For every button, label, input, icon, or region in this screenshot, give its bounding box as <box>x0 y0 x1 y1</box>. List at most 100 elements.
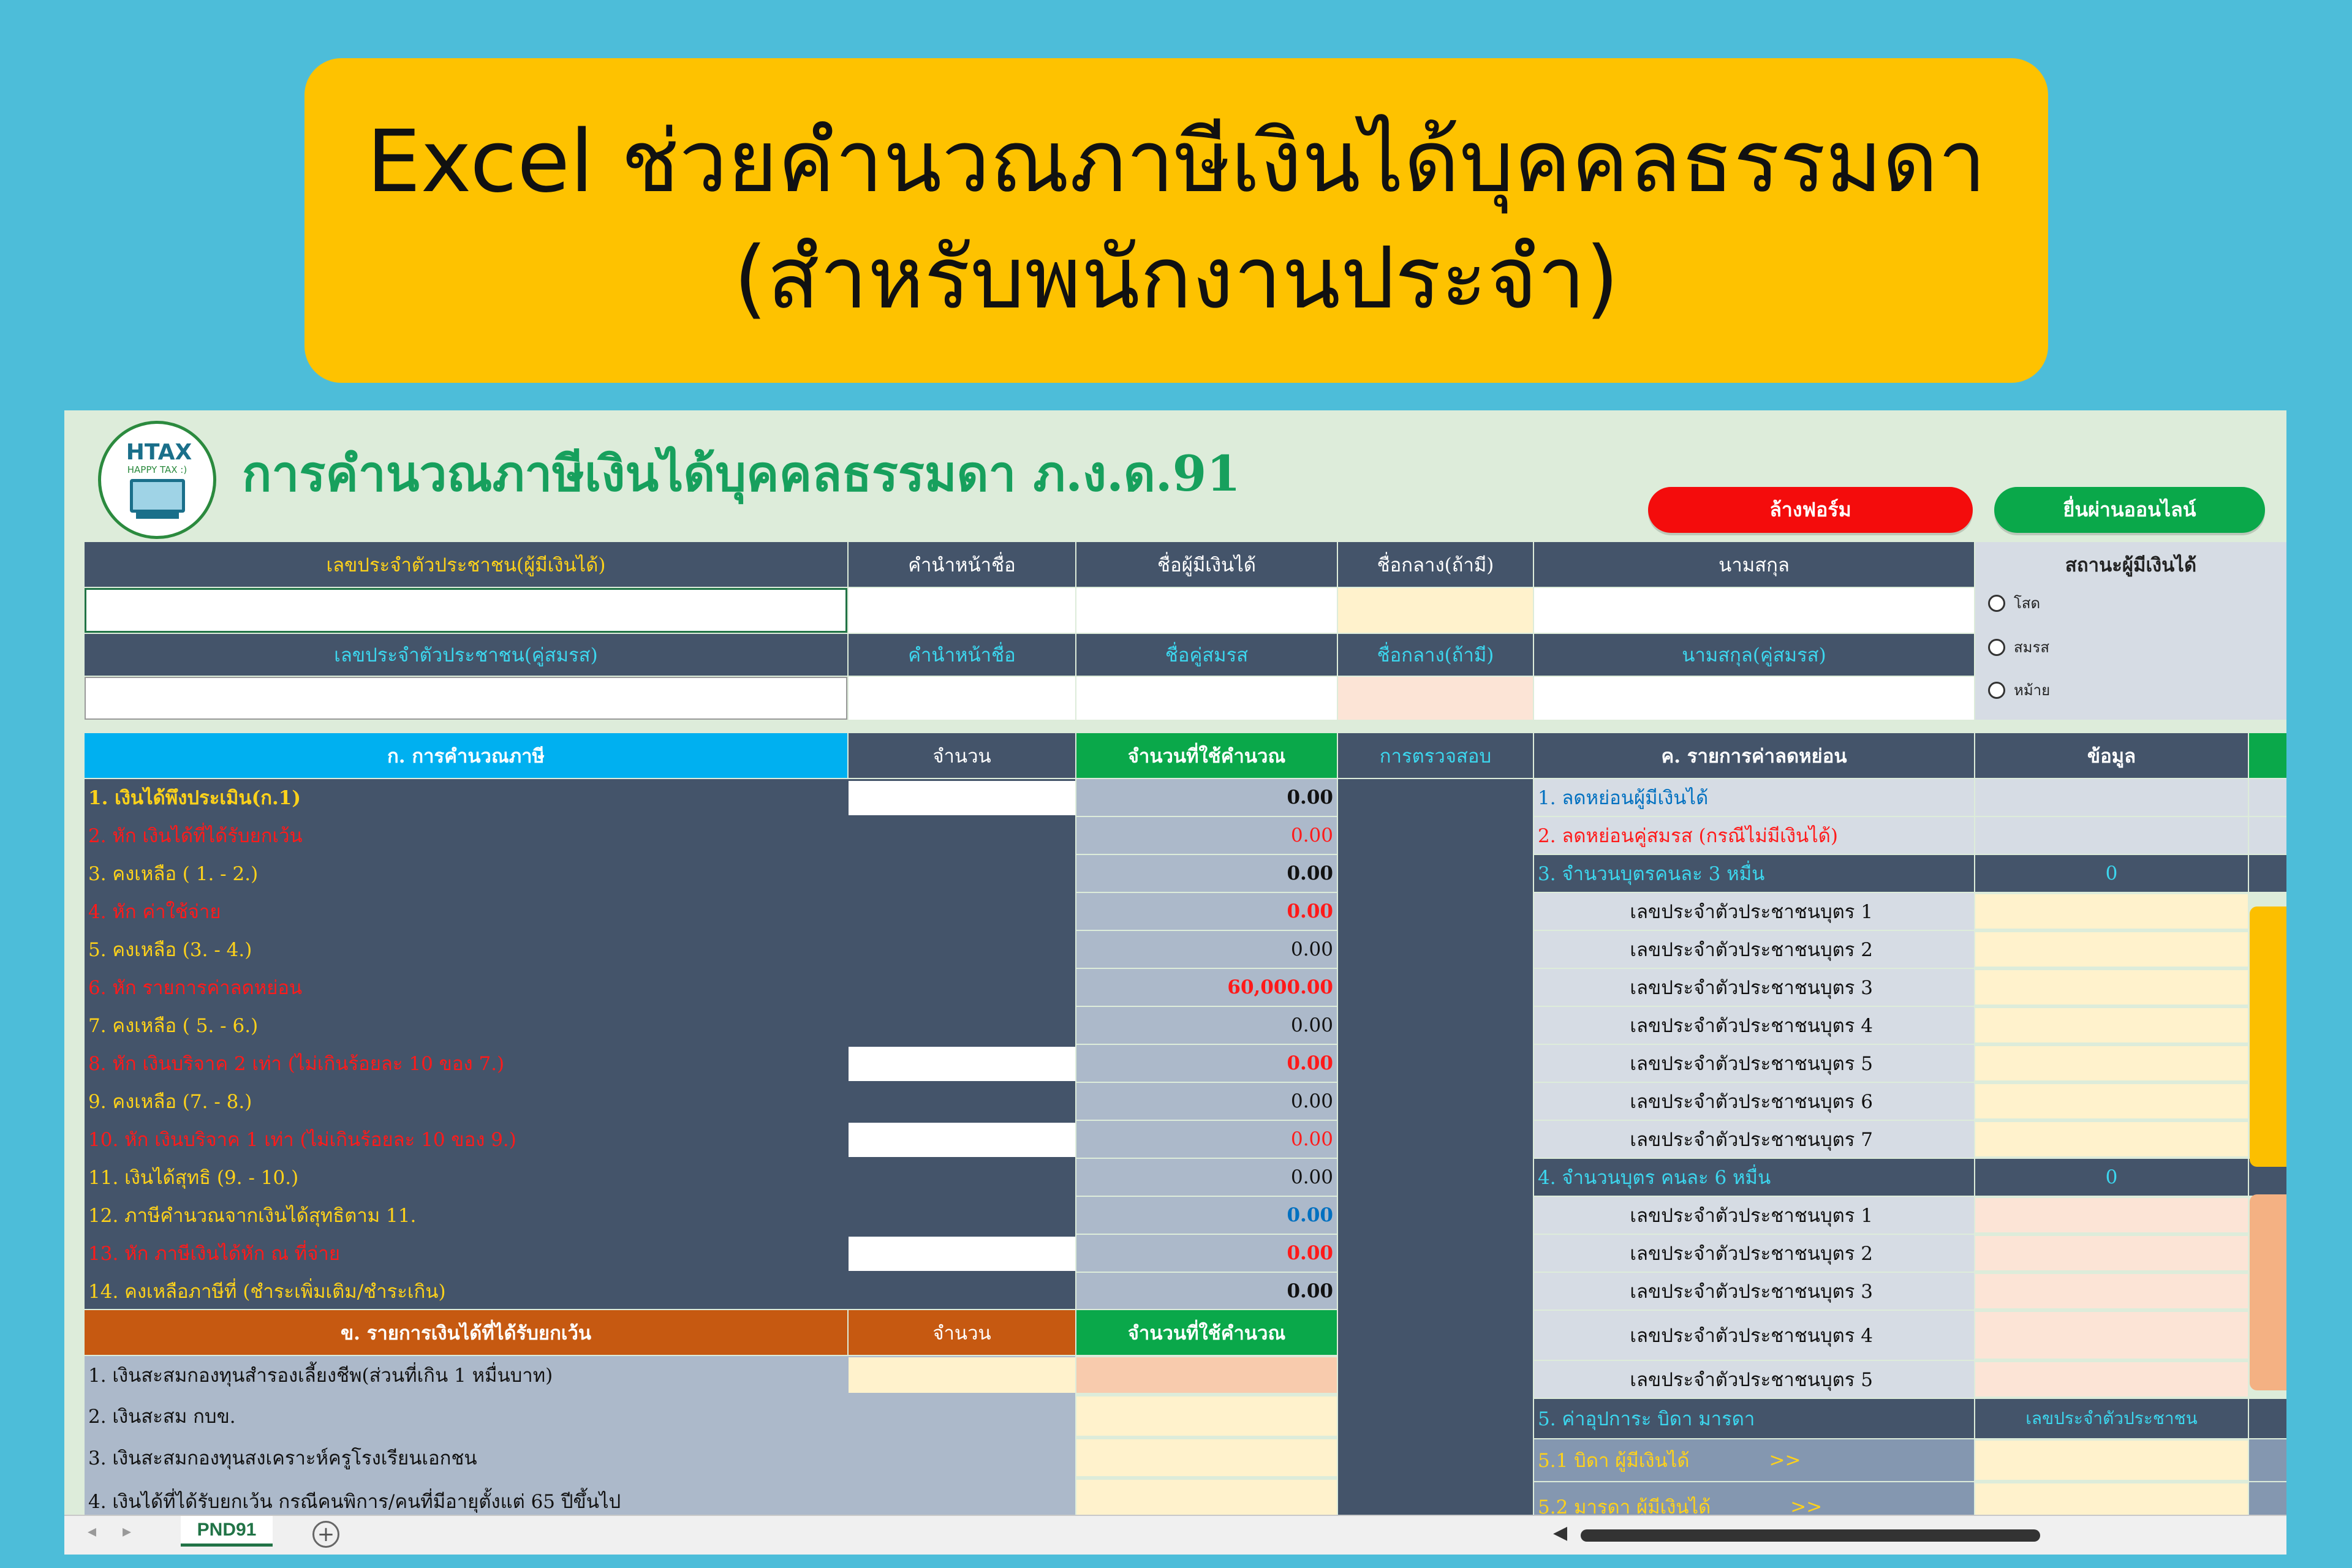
calc-row-label: 13. หัก ภาษีเงินได้หัก ณ ที่จ่าย <box>88 1243 340 1265</box>
exempt-row-label: 1. เงินสะสมกองทุนสำรองเลี้ยงชีพ(ส่วนที่เ… <box>88 1365 553 1387</box>
deduction-row-3: 3. จำนวนบุตรคนละ 3 หมื่น <box>1534 855 1974 892</box>
child-id-label: เลขประจำตัวประชาชนบุตร 4 <box>1534 1007 1974 1044</box>
donation-1x-input[interactable] <box>849 1123 1075 1157</box>
add-sheet-icon[interactable]: + <box>312 1521 339 1548</box>
deduction-row-1: 1. ลดหย่อนผู้มีเงินได้ <box>1534 779 1974 816</box>
htax-logo: HTAX HAPPY TAX :) <box>98 421 216 539</box>
surname-header: นามสกุล <box>1534 542 1974 587</box>
exempt-row-label: 2. เงินสะสม กบข. <box>88 1406 236 1428</box>
child-id-input[interactable] <box>1975 1236 2248 1270</box>
child-id-input[interactable] <box>1975 1084 2248 1118</box>
tab-next-icon[interactable]: ▸ <box>123 1521 131 1541</box>
income-amount-input[interactable] <box>849 781 1075 815</box>
child-id-input[interactable] <box>1975 1312 2248 1359</box>
submit-online-button[interactable]: ยื่นผ่านออนไลน์ <box>1994 487 2265 533</box>
deduction-data-header: ข้อมูล <box>1975 733 2248 778</box>
sheet-tab-bar: ◂ ▸ PND91 + ◀ <box>64 1515 2286 1555</box>
gpf-input[interactable] <box>1076 1396 1337 1436</box>
computer-base-icon <box>135 513 179 519</box>
child-id-input[interactable] <box>1975 1046 2248 1080</box>
title-banner: Excel ช่วยคำนวณภาษีเงินได้บุคคลธรรมดา (ส… <box>304 58 2048 383</box>
calc-row-value: 0.00 <box>1076 1121 1337 1158</box>
child-id-input[interactable] <box>1975 1198 2248 1232</box>
calc-row-label: 10. หัก เงินบริจาค 1 เท่า (ไม่เกินร้อยละ… <box>88 1129 516 1151</box>
spouse-id-input[interactable] <box>85 677 847 720</box>
exempt-row-label: 3. เงินสะสมกองทุนสงเคราะห์ครูโรงเรียนเอก… <box>88 1447 477 1469</box>
father-id-input[interactable] <box>1975 1441 2248 1480</box>
child-id-input[interactable] <box>1975 894 2248 929</box>
spouse-id-header: เลขประจำตัวประชาชน(คู่สมรส) <box>85 634 847 676</box>
scroll-left-icon[interactable]: ◀ <box>1553 1522 1567 1544</box>
child-id-input[interactable] <box>1975 1274 2248 1308</box>
calc-row-label: 7. คงเหลือ ( 5. - 6.) <box>88 1015 259 1037</box>
deduction-row-5: 5. ค่าอุปการะ บิดา มารดา <box>1534 1399 1974 1438</box>
exempt-row-value <box>1076 1357 1337 1393</box>
taxpayer-id-input[interactable] <box>85 588 847 633</box>
exempt-amount-header: จำนวน <box>849 1310 1075 1355</box>
calc-row-value: 0.00 <box>1076 1197 1337 1234</box>
deduction-row-5-1: 5.1 บิดา ผู้มีเงินได้ >> <box>1534 1439 1974 1481</box>
status-radio-widowed[interactable]: หม้าย <box>1988 678 2050 702</box>
deduction-row-2-data <box>1975 817 2248 854</box>
child-id-label: เลขประจำตัวประชาชนบุตร 3 <box>1534 969 1974 1006</box>
calc-row-label: 1. เงินได้พึงประเมิน(ก.1) <box>88 787 301 809</box>
provident-fund-input[interactable] <box>849 1357 1075 1393</box>
name-input[interactable] <box>1076 588 1337 633</box>
parent-id-header: เลขประจำตัวประชาชน <box>1975 1399 2248 1438</box>
status-option-label: สมรส <box>2014 639 2050 656</box>
spouse-prefix-input[interactable] <box>849 677 1075 720</box>
child-id-input[interactable] <box>1975 1122 2248 1156</box>
sheet-tab-pnd91[interactable]: PND91 <box>181 1516 273 1547</box>
donation-2x-input[interactable] <box>849 1047 1075 1081</box>
calc-row-value: 0.00 <box>1076 1083 1337 1120</box>
middle-name-header: ชื่อกลาง(ถ้ามี) <box>1338 542 1533 587</box>
calc-row-value: 0.00 <box>1076 817 1337 854</box>
father-arrow: >> <box>1769 1449 1801 1471</box>
calc-row-value: 0.00 <box>1076 1159 1337 1196</box>
child-id-label: เลขประจำตัวประชาชนบุตร 2 <box>1534 931 1974 968</box>
middle-name-input[interactable] <box>1338 588 1533 633</box>
child-id-input[interactable] <box>1975 932 2248 967</box>
child-id-label: เลขประจำตัวประชาชนบุตร 5 <box>1534 1361 1974 1398</box>
deduction-row-2: 2. ลดหย่อนคู่สมรส (กรณีไม่มีเงินได้) <box>1534 817 1974 854</box>
status-radio-single[interactable]: โสด <box>1988 591 2040 615</box>
teacher-fund-input[interactable] <box>1076 1439 1337 1476</box>
calc-used-header: จำนวนที่ใช้คำนวณ <box>1076 733 1337 778</box>
status-radio-married[interactable]: สมรส <box>1988 635 2049 659</box>
calc-row-label: 14. คงเหลือภาษีที่ (ชำระเพิ่มเติม/ชำระเก… <box>88 1280 446 1303</box>
prefix-input[interactable] <box>849 588 1075 633</box>
tab-prev-icon[interactable]: ◂ <box>88 1521 96 1541</box>
calc-row-value: 0.00 <box>1076 1235 1337 1272</box>
side-panel-salmon <box>2250 1194 2286 1390</box>
spreadsheet: HTAX HAPPY TAX :) การคำนวณภาษีเงินได้บุค… <box>64 410 2286 1555</box>
child-id-input[interactable] <box>1975 1362 2248 1396</box>
spouse-prefix-header: คำนำหน้าชื่อ <box>849 634 1075 676</box>
calc-row-label: 12. ภาษีคำนวณจากเงินได้สุทธิตาม 11. <box>88 1205 417 1227</box>
calc-row-label: 11. เงินได้สุทธิ (9. - 10.) <box>88 1167 299 1189</box>
child-id-label: เลขประจำตัวประชาชนบุตร 6 <box>1534 1083 1974 1120</box>
spouse-name-header: ชื่อคู่สมรส <box>1076 634 1337 676</box>
horizontal-scrollbar[interactable]: ◀ <box>1553 1522 2282 1547</box>
child-id-input[interactable] <box>1975 1008 2248 1042</box>
child-id-input[interactable] <box>1975 970 2248 1005</box>
calc-row-label: 6. หัก รายการค่าลดหย่อน <box>88 977 303 999</box>
children-30k-count: 0 <box>1975 855 2248 892</box>
deduction-row-1-extra <box>2249 779 2286 816</box>
withholding-tax-input[interactable] <box>849 1237 1075 1271</box>
calc-row-value: 0.00 <box>1076 1273 1337 1309</box>
row-5-1-extra <box>2249 1439 2286 1481</box>
children-60k-count: 0 <box>1975 1159 2248 1196</box>
calc-row-value: 0.00 <box>1076 1007 1337 1044</box>
spouse-name-input[interactable] <box>1076 677 1337 720</box>
deduction-row-2-extra <box>2249 817 2286 854</box>
radio-icon <box>1988 681 2005 699</box>
scroll-thumb[interactable] <box>1581 1529 2040 1542</box>
calc-row-value: 0.00 <box>1076 779 1337 816</box>
surname-input[interactable] <box>1534 588 1974 633</box>
father-label: 5.1 บิดา ผู้มีเงินได้ <box>1538 1450 1690 1472</box>
clear-form-button[interactable]: ล้างฟอร์ม <box>1648 487 1973 533</box>
child-id-label: เลขประจำตัวประชาชนบุตร 7 <box>1534 1121 1974 1158</box>
status-option-label: โสด <box>2014 595 2041 612</box>
spouse-middle-input[interactable] <box>1338 677 1533 720</box>
spouse-surname-input[interactable] <box>1534 677 1974 720</box>
